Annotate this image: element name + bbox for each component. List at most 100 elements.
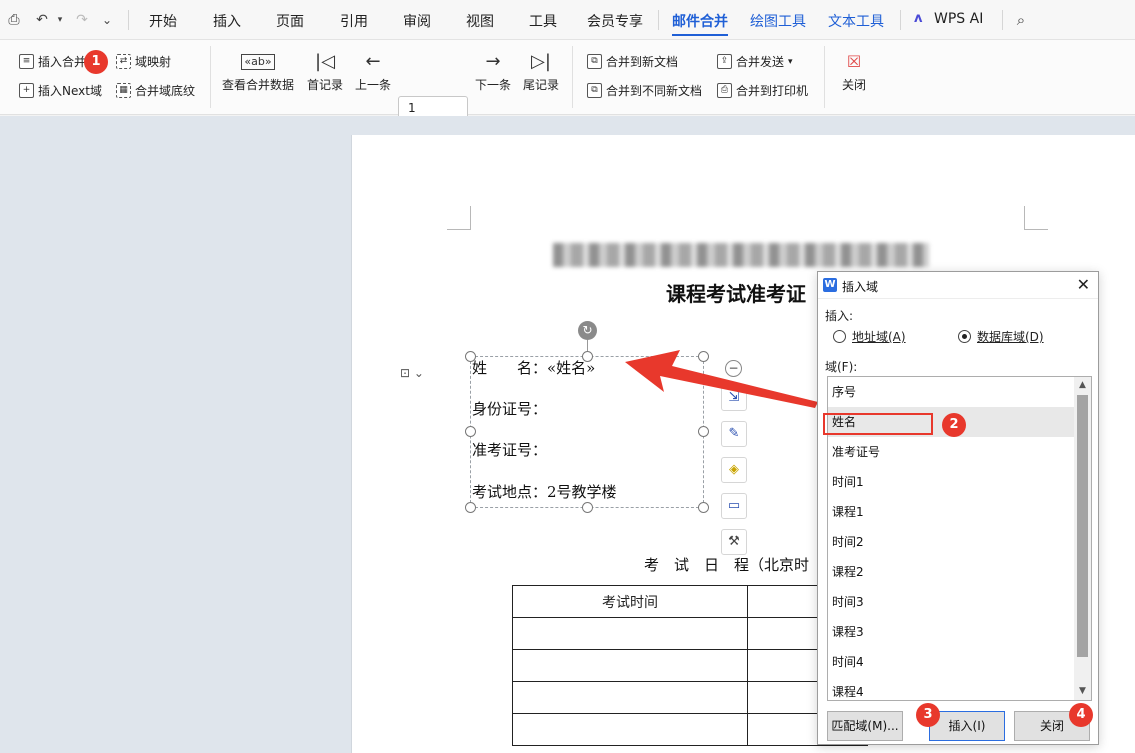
first-record-button[interactable]: |◁ 首记录 bbox=[307, 48, 343, 93]
list-item[interactable]: 准考证号 bbox=[828, 437, 1074, 467]
layout-options-icon[interactable]: ⊡ ⌄ bbox=[400, 366, 436, 386]
table-row bbox=[512, 617, 868, 650]
rotate-icon[interactable]: ↻ bbox=[578, 321, 597, 340]
quick-access-chevron-icon[interactable]: ⌄ bbox=[97, 10, 117, 30]
printer-icon: ⎙ bbox=[717, 83, 732, 98]
merge-field-shading-button[interactable]: ▦ 合并域底纹 bbox=[116, 82, 195, 99]
redo-icon[interactable]: ↷ bbox=[72, 10, 92, 30]
arrow-left-icon: ← bbox=[365, 51, 381, 72]
list-item[interactable]: 课程1 bbox=[828, 497, 1074, 527]
scroll-thumb[interactable] bbox=[1077, 395, 1088, 657]
insert-next-field-icon: + bbox=[19, 83, 34, 98]
close-mail-merge-button[interactable]: ☒ 关闭 bbox=[842, 48, 866, 93]
table-cell[interactable] bbox=[512, 713, 748, 746]
field-list-scrollbar[interactable]: ▲ ▼ bbox=[1074, 377, 1091, 700]
merge-to-new-doc-button[interactable]: ⧉ 合并到新文档 bbox=[587, 53, 678, 70]
resize-handle[interactable] bbox=[465, 502, 476, 513]
radio-database-field[interactable]: 数据库域(D) bbox=[958, 328, 1044, 345]
insert-next-field-button[interactable]: + 插入Next域 bbox=[19, 82, 102, 99]
list-item[interactable]: 课程3 bbox=[828, 617, 1074, 647]
separator bbox=[658, 10, 659, 30]
next-record-button[interactable]: → 下一条 bbox=[475, 48, 511, 93]
radio-database-dot bbox=[958, 330, 971, 343]
page-corner-mark bbox=[447, 206, 471, 230]
list-item[interactable]: 时间3 bbox=[828, 587, 1074, 617]
scroll-up-icon[interactable]: ▲ bbox=[1074, 377, 1091, 394]
field-list-label: 域(F): bbox=[825, 360, 858, 374]
search-icon[interactable]: ⌕ bbox=[1011, 10, 1031, 30]
merge-field-shading-icon: ▦ bbox=[116, 83, 131, 98]
undo-icon[interactable]: ↶ bbox=[32, 10, 52, 30]
match-fields-button[interactable]: 匹配域(M)... bbox=[827, 711, 903, 741]
tab-member[interactable]: 会员专享 bbox=[587, 11, 643, 31]
tab-references[interactable]: 引用 bbox=[340, 11, 368, 31]
merge-to-new-doc-icon: ⧉ bbox=[587, 54, 602, 69]
last-record-button[interactable]: ▷| 尾记录 bbox=[523, 48, 559, 93]
close-icon[interactable]: ✕ bbox=[1077, 275, 1090, 294]
merge-send-button[interactable]: ⇪ 合并发送 ▾ bbox=[717, 53, 793, 70]
insert-merge-field-icon: ≡ bbox=[19, 54, 34, 69]
fill-bucket-icon[interactable]: ◈ bbox=[721, 457, 747, 483]
resize-handle[interactable] bbox=[698, 426, 709, 437]
callout-badge-2: 2 bbox=[942, 413, 966, 437]
tab-wps-ai[interactable]: WPS AI bbox=[934, 11, 983, 27]
insert-button[interactable]: 插入(I) bbox=[929, 711, 1005, 741]
ribbon-separator bbox=[572, 46, 573, 108]
ribbon-separator bbox=[210, 46, 211, 108]
list-item[interactable]: 时间4 bbox=[828, 647, 1074, 677]
resize-handle[interactable] bbox=[582, 502, 593, 513]
list-item[interactable]: 课程4 bbox=[828, 677, 1074, 700]
list-item[interactable]: 序号 bbox=[828, 377, 1074, 407]
outline-icon[interactable]: ▭ bbox=[721, 493, 747, 519]
textbox-line-name: 姓 名：«姓名» bbox=[472, 359, 596, 377]
dialog-title: 插入域 bbox=[842, 280, 879, 294]
tab-insert[interactable]: 插入 bbox=[213, 11, 241, 31]
print-preview-icon[interactable]: ⎙ bbox=[4, 10, 24, 30]
tab-view[interactable]: 视图 bbox=[466, 11, 494, 31]
undo-dropdown-icon[interactable]: ▾ bbox=[50, 10, 70, 30]
list-item[interactable]: 时间2 bbox=[828, 527, 1074, 557]
field-mapping-button[interactable]: ⇄ 域映射 bbox=[116, 53, 171, 70]
merge-to-separate-docs-button[interactable]: ⧉ 合并到不同新文档 bbox=[587, 82, 702, 99]
list-item[interactable]: 课程2 bbox=[828, 557, 1074, 587]
scroll-down-icon[interactable]: ▼ bbox=[1074, 683, 1091, 700]
schedule-heading: 考 试 日 程（北京时 bbox=[644, 556, 810, 574]
field-mapping-icon: ⇄ bbox=[116, 54, 131, 69]
more-tools-icon[interactable]: ⚒ bbox=[721, 529, 747, 555]
merge-to-printer-label: 合并到打印机 bbox=[736, 84, 809, 98]
merge-send-icon: ⇪ bbox=[717, 54, 732, 69]
callout-badge-4: 4 bbox=[1069, 703, 1093, 727]
tab-mail-merge[interactable]: 邮件合并 bbox=[672, 11, 728, 36]
radio-address-field[interactable]: 地址域(A) bbox=[833, 328, 906, 345]
dialog-titlebar: W 插入域 ✕ bbox=[818, 272, 1098, 299]
ribbon-separator bbox=[824, 46, 825, 108]
tab-text-tools[interactable]: 文本工具 bbox=[828, 11, 884, 31]
textbox-line-id: 身份证号： bbox=[472, 400, 548, 418]
merge-field-shading-label: 合并域底纹 bbox=[135, 84, 196, 98]
tab-home[interactable]: 开始 bbox=[149, 11, 177, 31]
table-cell[interactable] bbox=[512, 649, 748, 682]
resize-handle[interactable] bbox=[465, 426, 476, 437]
resize-handle[interactable] bbox=[698, 502, 709, 513]
pen-icon[interactable]: ✎ bbox=[721, 421, 747, 447]
tab-review[interactable]: 审阅 bbox=[403, 11, 431, 31]
document-title: 课程考试准考证 bbox=[666, 282, 806, 306]
merge-to-printer-button[interactable]: ⎙ 合并到打印机 bbox=[717, 82, 808, 99]
prev-record-button[interactable]: ← 上一条 bbox=[355, 48, 391, 93]
tab-tools[interactable]: 工具 bbox=[529, 11, 557, 31]
table-row bbox=[512, 713, 868, 746]
first-record-icon: |◁ bbox=[315, 51, 335, 72]
textbox-line-ticket: 准考证号： bbox=[472, 441, 548, 459]
list-item[interactable]: 时间1 bbox=[828, 467, 1074, 497]
first-record-label: 首记录 bbox=[307, 78, 344, 92]
next-record-label: 下一条 bbox=[475, 78, 512, 92]
view-merge-data-label: 查看合并数据 bbox=[222, 78, 295, 92]
ribbon: ≡ 插入合并域 + 插入Next域 ⇄ 域映射 ▦ 合并域底纹 «ab» 查看合… bbox=[0, 40, 1135, 120]
view-merge-data-button[interactable]: «ab» 查看合并数据 bbox=[222, 48, 294, 93]
table-cell[interactable] bbox=[512, 617, 748, 650]
table-cell[interactable] bbox=[512, 681, 748, 714]
tab-page[interactable]: 页面 bbox=[276, 11, 304, 31]
schedule-table: 考试时间 bbox=[512, 585, 868, 746]
callout-badge-1: 1 bbox=[84, 50, 108, 74]
tab-drawing-tools[interactable]: 绘图工具 bbox=[750, 11, 806, 31]
